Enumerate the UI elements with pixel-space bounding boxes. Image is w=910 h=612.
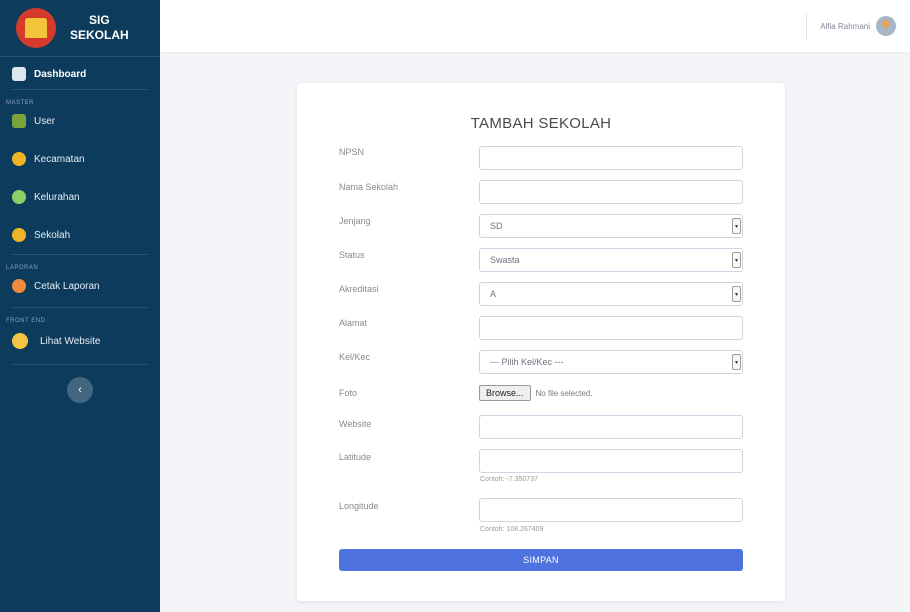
sidebar-item-label: Dashboard: [34, 68, 87, 80]
latitude-label: Latitude: [339, 452, 372, 462]
chevron-down-icon: ▾: [732, 218, 741, 234]
sidebar-item-sekolah[interactable]: Sekolah: [0, 220, 160, 250]
status-value: Swasta: [490, 255, 520, 265]
latitude-hint: Contoh: -7.350737: [480, 476, 538, 483]
user-name: Alfia Rahmani: [820, 21, 870, 31]
chevron-down-icon: ▾: [732, 354, 741, 370]
brand[interactable]: SIG SEKOLAH: [0, 0, 160, 57]
school-icon: [12, 228, 26, 242]
browse-button[interactable]: Browse...: [479, 385, 531, 401]
longitude-field[interactable]: [479, 498, 743, 522]
latitude-field[interactable]: [479, 449, 743, 473]
sidebar-item-cetak-laporan[interactable]: Cetak Laporan: [0, 271, 160, 301]
npsn-label: NPSN: [339, 147, 365, 157]
longitude-label: Longitude: [339, 501, 379, 511]
sidebar-item-label: User: [34, 115, 56, 127]
dashboard-icon: [12, 67, 26, 81]
nama-sekolah-label: Nama Sekolah: [339, 182, 399, 192]
sidebar-toggle-button[interactable]: ‹: [67, 377, 93, 403]
status-select[interactable]: Swasta ▾: [479, 248, 743, 272]
brand-line2: SEKOLAH: [70, 28, 129, 42]
sidebar-item-label: Lihat Website: [40, 335, 101, 347]
foto-file-input[interactable]: Browse... No file selected.: [479, 385, 592, 401]
nama-sekolah-field[interactable]: [479, 180, 743, 204]
brand-title: SIG SEKOLAH: [70, 13, 129, 43]
chevron-down-icon: ▾: [732, 252, 741, 268]
akreditasi-value: A: [490, 289, 497, 299]
sidebar-item-user[interactable]: User: [0, 106, 160, 136]
jenjang-value: SD: [490, 221, 503, 231]
kecamatan-icon: [12, 152, 26, 166]
sidebar-item-lihat-website[interactable]: Lihat Website: [0, 324, 160, 358]
sidebar-item-label: Sekolah: [34, 229, 71, 241]
jenjang-select[interactable]: SD ▾: [479, 214, 743, 238]
magnifier-icon: [12, 333, 28, 349]
topbar: Alfia Rahmani: [160, 0, 910, 52]
sidebar-heading-master: MASTER: [6, 100, 35, 106]
status-label: Status: [339, 250, 365, 260]
sidebar-item-dashboard[interactable]: Dashboard: [0, 59, 160, 89]
sidebar-heading-frontend: FRONT END: [6, 318, 46, 324]
brand-line1: SIG: [89, 13, 110, 27]
form-card: TAMBAH SEKOLAH NPSN Nama Sekolah Jenjang…: [297, 83, 785, 601]
kelkec-label: Kel/Kec: [339, 352, 371, 362]
avatar: [876, 16, 896, 36]
alamat-field[interactable]: [479, 316, 743, 340]
akreditasi-select[interactable]: A ▾: [479, 282, 743, 306]
npsn-field[interactable]: [479, 146, 743, 170]
chevron-left-icon: ‹: [78, 384, 82, 396]
sidebar: SIG SEKOLAH Dashboard MASTER User Kecama…: [0, 0, 160, 612]
akreditasi-label: Akreditasi: [339, 284, 379, 294]
no-file-text: No file selected.: [535, 388, 593, 398]
sidebar-item-label: Kecamatan: [34, 153, 85, 165]
website-label: Website: [339, 419, 372, 429]
print-icon: [12, 279, 26, 293]
logo-icon: [16, 8, 56, 48]
kelurahan-icon: [12, 190, 26, 204]
topbar-divider: [806, 14, 807, 40]
sidebar-heading-laporan: LAPORAN: [6, 265, 39, 271]
jenjang-label: Jenjang: [339, 216, 371, 226]
sidebar-item-kecamatan[interactable]: Kecamatan: [0, 144, 160, 174]
sidebar-item-label: Kelurahan: [34, 191, 80, 203]
sidebar-item-label: Cetak Laporan: [34, 280, 100, 292]
kelkec-value: --- Pilih Kel/Kec ---: [490, 357, 564, 367]
simpan-button[interactable]: SIMPAN: [339, 549, 743, 571]
foto-label: Foto: [339, 388, 358, 398]
user-group-icon: [12, 114, 26, 128]
user-menu[interactable]: Alfia Rahmani: [820, 16, 896, 36]
website-field[interactable]: [479, 415, 743, 439]
kelkec-select[interactable]: --- Pilih Kel/Kec --- ▾: [479, 350, 743, 374]
alamat-label: Alamat: [339, 318, 368, 328]
longitude-hint: Contoh: 108.267409: [480, 526, 544, 533]
chevron-down-icon: ▾: [732, 286, 741, 302]
divider: [12, 364, 148, 365]
page-title: TAMBAH SEKOLAH: [470, 115, 612, 132]
sidebar-item-kelurahan[interactable]: Kelurahan: [0, 182, 160, 212]
